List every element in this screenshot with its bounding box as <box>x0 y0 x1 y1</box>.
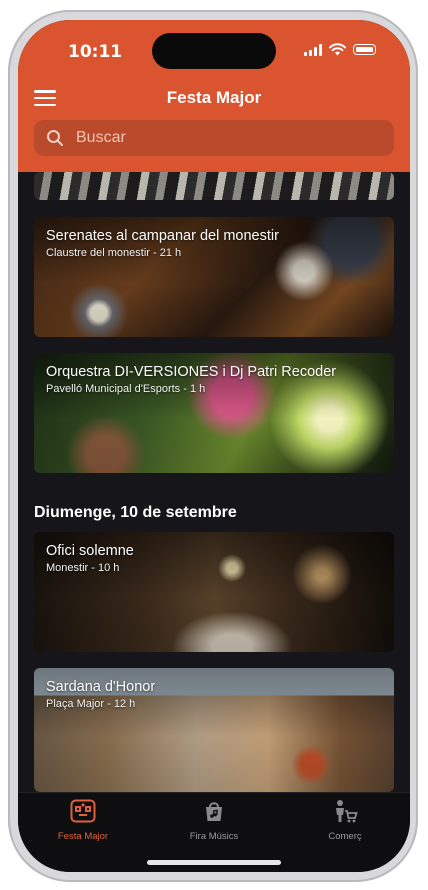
event-title: Ofici solemne <box>46 543 134 559</box>
day-heading: Diumenge, 10 de setembre <box>34 504 237 521</box>
shopping-bag-music-icon <box>206 802 222 821</box>
home-indicator[interactable] <box>147 860 281 865</box>
tab-label: Comerç <box>328 831 362 842</box>
shopper-cart-icon <box>336 800 358 823</box>
event-subtitle: Monestir - 10 h <box>46 562 120 574</box>
event-title: Serenates al campanar del monestir <box>46 228 279 244</box>
event-card-partial[interactable] <box>34 172 394 200</box>
search-icon <box>47 130 63 146</box>
tab-label: Festa Major <box>57 831 109 842</box>
page-title: Festa Major <box>166 88 262 107</box>
event-card[interactable]: Ofici solemne Monestir - 10 h <box>34 532 394 652</box>
tab-label: Fira Músics <box>189 831 239 842</box>
battery-icon <box>353 44 376 55</box>
signal-icon <box>304 43 322 56</box>
search-bar[interactable] <box>34 120 394 156</box>
status-time: 10:11 <box>68 42 123 62</box>
event-title: Orquestra DI-VERSIONES i Dj Patri Recode… <box>46 364 337 380</box>
wifi-icon <box>329 43 346 56</box>
dynamic-island <box>152 33 276 69</box>
event-card[interactable]: Orquestra DI-VERSIONES i Dj Patri Recode… <box>34 353 394 473</box>
festa-icon <box>70 799 96 823</box>
event-list: Serenates al campanar del monestir Claus… <box>18 172 410 792</box>
event-subtitle: Claustre del monestir - 21 h <box>46 247 182 259</box>
search-input[interactable] <box>74 128 368 148</box>
event-title: Sardana d'Honor <box>46 679 156 695</box>
app-header: 10:11 Festa Major <box>18 20 410 172</box>
event-subtitle: Plaça Major - 12 h <box>46 698 136 710</box>
event-card[interactable]: Serenates al campanar del monestir Claus… <box>34 217 394 337</box>
event-subtitle: Pavelló Municipal d'Esports - 1 h <box>46 383 206 395</box>
event-card[interactable]: Sardana d'Honor Plaça Major - 12 h <box>34 668 394 792</box>
status-icons <box>304 43 376 56</box>
tab-fira-musics[interactable]: Fira Músics <box>154 799 274 842</box>
tab-festa-major[interactable]: Festa Major <box>23 799 143 842</box>
screen: 10:11 Festa Major Buscar Serenates al ca… <box>18 20 410 872</box>
tab-comerc[interactable]: Comerç <box>285 799 405 842</box>
